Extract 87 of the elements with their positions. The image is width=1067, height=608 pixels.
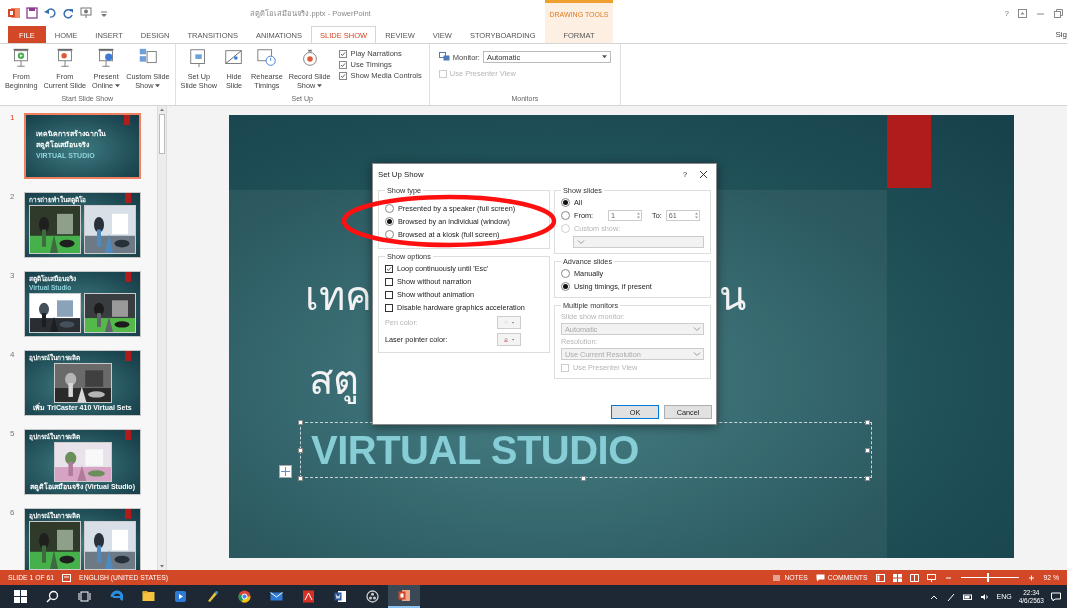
checkbox[interactable] (338, 71, 347, 80)
zoom-slider-thumb[interactable] (987, 573, 990, 582)
checkbox[interactable] (338, 49, 347, 58)
windows-logo-icon (13, 590, 27, 603)
bookmark-ribbon (125, 430, 131, 440)
resize-handle[interactable] (298, 420, 303, 425)
browser-icon (109, 590, 123, 603)
redo-icon[interactable] (62, 7, 74, 19)
radio-button[interactable] (385, 230, 394, 239)
checkbox[interactable] (338, 60, 347, 69)
ribbon-display-icon[interactable] (1018, 8, 1027, 18)
radio-button[interactable] (561, 269, 570, 278)
radio-button[interactable] (561, 211, 570, 220)
checkbox[interactable] (385, 303, 393, 312)
slide-number: 5 (10, 429, 16, 438)
chrome-icon (237, 590, 251, 603)
resize-handle[interactable] (865, 476, 870, 481)
checkbox[interactable] (385, 264, 393, 273)
color-picker-button[interactable] (497, 333, 521, 346)
radio-button[interactable] (561, 198, 570, 207)
drawing-app-icon (205, 590, 219, 603)
slide-title: น (719, 273, 746, 320)
checkbox[interactable] (385, 290, 393, 299)
radio-button[interactable] (561, 282, 570, 291)
folder-icon (141, 590, 155, 603)
paint-bucket-icon (504, 335, 508, 344)
mail-icon (269, 590, 283, 603)
pen-icon[interactable] (945, 591, 956, 602)
document-app-icon (333, 590, 347, 603)
resize-handle[interactable] (298, 448, 303, 453)
rehearse-timer-icon (255, 47, 278, 69)
pdf-icon (301, 590, 315, 603)
resize-handle[interactable] (298, 476, 303, 481)
caret-icon (317, 84, 323, 88)
resize-handle[interactable] (581, 476, 586, 481)
monitors-icon (438, 52, 450, 62)
save-icon[interactable] (26, 7, 38, 19)
media-player-icon (173, 590, 187, 603)
bookmark-ribbon (125, 351, 131, 361)
bookmark-ribbon (125, 272, 131, 282)
app-logo-icon (8, 7, 20, 19)
bookmark-ribbon (125, 509, 131, 519)
bookmark-ribbon (124, 115, 130, 125)
normal-view-icon[interactable] (875, 573, 885, 582)
scrollbar[interactable] (157, 106, 167, 570)
slide-canvas[interactable] (229, 115, 1014, 558)
slideshow-view-icon[interactable] (926, 573, 936, 582)
sign-in-link[interactable]: Sig (1055, 26, 1067, 43)
notes-icon (772, 573, 782, 582)
slide-title: เทค (305, 273, 372, 320)
reading-view-icon[interactable] (909, 573, 919, 582)
proofing-icon[interactable] (62, 573, 72, 582)
presentation-app-icon (397, 589, 411, 602)
spin-arrows-icon[interactable] (636, 211, 641, 220)
zoom-in-icon[interactable] (1026, 573, 1036, 582)
notifications-icon[interactable] (1051, 591, 1061, 602)
color-picker-button[interactable] (497, 316, 521, 329)
slide-number: 2 (10, 192, 16, 201)
task-view-icon (77, 590, 91, 603)
help-button[interactable]: ? (1004, 8, 1009, 18)
restore-icon[interactable] (1054, 8, 1063, 18)
slide-number: 4 (10, 350, 16, 359)
scroll-thumb[interactable] (159, 114, 165, 154)
recorder-icon (365, 590, 379, 603)
slideshow-play-icon[interactable] (80, 7, 92, 19)
checkbox[interactable] (385, 277, 393, 286)
slide-title: สตู (309, 357, 359, 405)
caret-icon (601, 55, 607, 59)
radio-button[interactable] (385, 217, 394, 226)
battery-icon[interactable] (962, 591, 973, 602)
slide-number: 6 (10, 508, 16, 517)
resize-handle[interactable] (865, 448, 870, 453)
close-icon[interactable] (699, 169, 708, 179)
slide-subtitle: VIRTUAL STUDIO (311, 427, 639, 473)
layout-options-icon[interactable] (279, 465, 292, 478)
caret-icon (155, 84, 161, 88)
slide-number: 3 (10, 271, 16, 280)
search-icon (45, 590, 59, 603)
radio-button[interactable] (385, 204, 394, 213)
slide-sorter-icon[interactable] (892, 573, 902, 582)
undo-icon[interactable] (44, 7, 56, 19)
slide-number: 1 (10, 113, 16, 122)
resize-handle[interactable] (865, 420, 870, 425)
spin-arrows-icon[interactable] (693, 211, 699, 220)
bookmark-ribbon (125, 193, 131, 203)
caret-icon (115, 84, 121, 88)
comment-icon (815, 573, 825, 582)
